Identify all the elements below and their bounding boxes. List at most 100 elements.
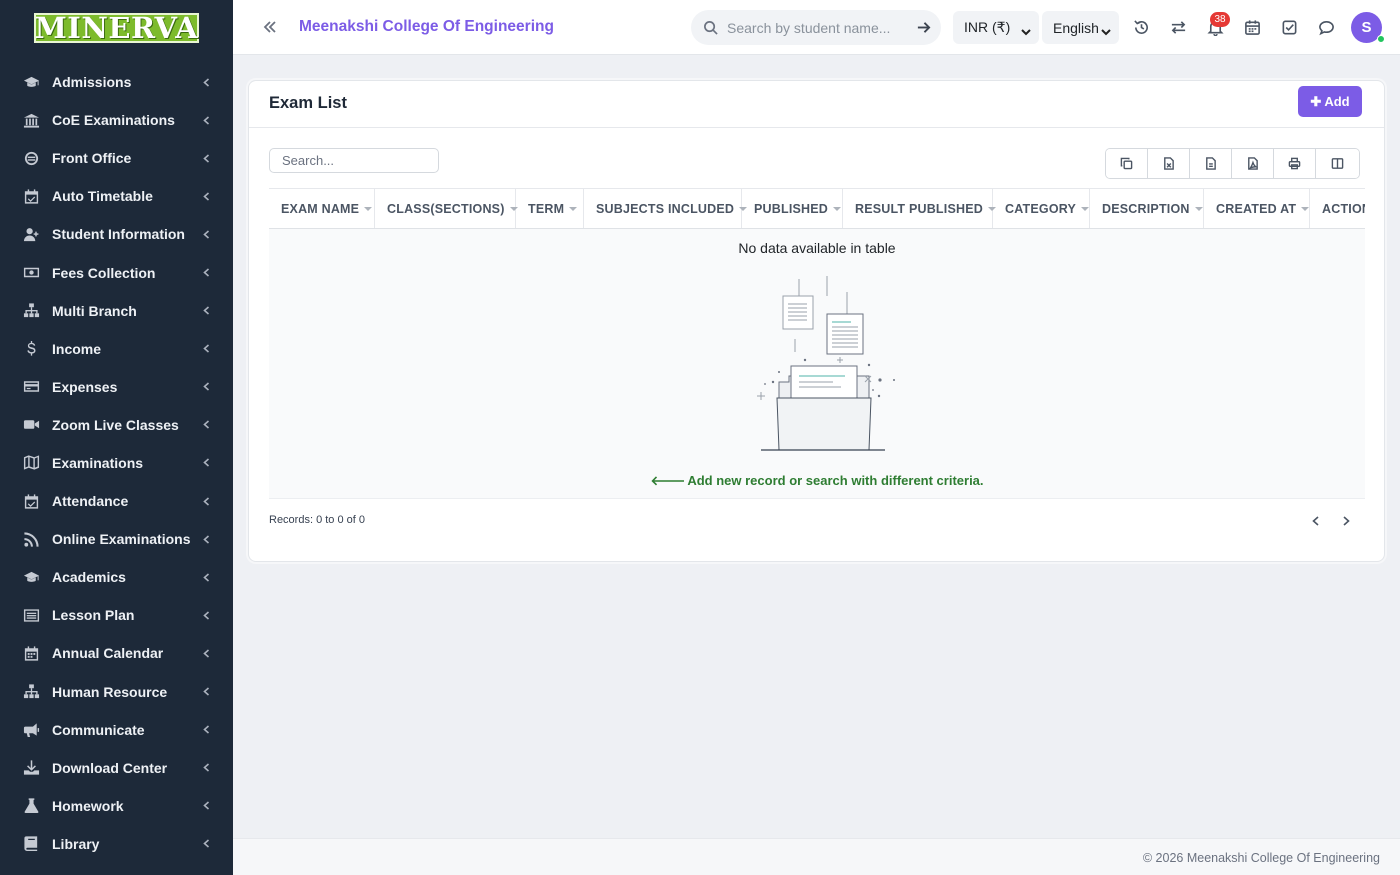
notification-badge: 38	[1210, 12, 1230, 27]
college-title[interactable]: Meenakshi College Of Engineering	[299, 18, 554, 36]
print-icon[interactable]	[1274, 149, 1316, 178]
plus-icon: ✚	[1310, 93, 1322, 109]
rss-icon	[22, 530, 40, 548]
add-button[interactable]: ✚ Add	[1298, 86, 1362, 117]
flask-icon	[22, 797, 40, 815]
chevron-left-icon	[201, 534, 211, 544]
previous-page-icon[interactable]	[1310, 514, 1321, 528]
logo-area: MINERVA	[0, 0, 233, 56]
column-header[interactable]: ACTION	[1310, 189, 1365, 228]
excel-icon[interactable]	[1148, 149, 1190, 178]
logo[interactable]: MINERVA	[34, 13, 199, 43]
column-header[interactable]: TERM	[516, 189, 584, 228]
empty-table-message: No data available in table	[738, 240, 896, 256]
column-header-label: PUBLISHED	[754, 202, 829, 216]
footer: © 2026 Meenakshi College Of Engineering	[233, 838, 1400, 875]
chevron-left-icon	[201, 687, 211, 697]
arrow-right-icon[interactable]	[916, 20, 931, 35]
language-select[interactable]: English	[1042, 11, 1119, 44]
dollar-icon	[22, 340, 40, 358]
column-header[interactable]: CREATED AT	[1204, 189, 1310, 228]
sidebar-item-admissions[interactable]: Admissions	[0, 63, 233, 101]
chat-icon[interactable]	[1317, 18, 1335, 36]
sidebar-item-label: Expenses	[52, 378, 118, 395]
sidebar-item-zoom-live-classes[interactable]: Zoom Live Classes	[0, 406, 233, 444]
sidebar-item-coe-examinations[interactable]: CoE Examinations	[0, 101, 233, 139]
student-search	[691, 10, 941, 45]
sort-icon	[364, 207, 373, 211]
sidebar-item-auto-timetable[interactable]: Auto Timetable	[0, 177, 233, 215]
columns-icon[interactable]	[1316, 149, 1359, 178]
column-header[interactable]: CATEGORY	[993, 189, 1090, 228]
sidebar-item-expenses[interactable]: Expenses	[0, 368, 233, 406]
user-plus-icon	[22, 225, 40, 243]
sidebar-item-income[interactable]: Income	[0, 330, 233, 368]
records-count: Records: 0 to 0 of 0	[269, 514, 365, 526]
collapse-sidebar-icon[interactable]	[261, 18, 279, 36]
sidebar-item-annual-calendar[interactable]: Annual Calendar	[0, 634, 233, 672]
sidebar-item-academics[interactable]: Academics	[0, 558, 233, 596]
chevron-left-icon	[201, 763, 211, 773]
bank-icon	[22, 111, 40, 129]
graduation-cap-icon	[22, 568, 40, 586]
sidebar-item-homework[interactable]: Homework	[0, 787, 233, 825]
sidebar-item-online-examinations[interactable]: Online Examinations	[0, 520, 233, 558]
video-camera-icon	[22, 416, 40, 434]
pdf-icon[interactable]	[1232, 149, 1274, 178]
student-search-input[interactable]	[727, 18, 902, 38]
chevron-left-icon	[201, 610, 211, 620]
sidebar-item-library[interactable]: Library	[0, 825, 233, 863]
column-header[interactable]: EXAM NAME	[269, 189, 375, 228]
sidebar-item-label: Academics	[52, 569, 126, 586]
calendar-icon	[22, 644, 40, 662]
column-header[interactable]: CLASS(SECTIONS)	[375, 189, 518, 228]
column-header-label: CREATED AT	[1216, 202, 1297, 216]
calendar-icon[interactable]	[1243, 18, 1261, 36]
chevron-left-icon	[201, 115, 211, 125]
sidebar-item-multi-branch[interactable]: Multi Branch	[0, 292, 233, 330]
column-header[interactable]: DESCRIPTION	[1090, 189, 1204, 228]
footer-copyright: © 2026 Meenakshi College Of Engineering	[1142, 851, 1380, 865]
column-header[interactable]: SUBJECTS INCLUDED	[584, 189, 748, 228]
sort-icon	[833, 207, 842, 211]
sidebar-item-label: Attendance	[52, 493, 129, 510]
chevron-left-icon	[201, 191, 211, 201]
sidebar-item-label: Download Center	[52, 759, 168, 776]
sidebar-item-label: Front Office	[52, 150, 132, 167]
sidebar-item-fees-collection[interactable]: Fees Collection	[0, 253, 233, 291]
table-body: No data available in table 🡐 Add new rec…	[269, 229, 1365, 499]
chevron-down-icon	[1101, 23, 1111, 36]
sidebar-item-student-information[interactable]: Student Information	[0, 215, 233, 253]
column-header[interactable]: RESULT PUBLISHED	[843, 189, 996, 228]
sidebar-nav: Admissions CoE Examinations Front Office Au…	[0, 56, 233, 863]
history-icon[interactable]	[1132, 18, 1150, 36]
chevron-left-icon	[201, 496, 211, 506]
chevron-left-icon	[201, 839, 211, 849]
sort-icon	[569, 207, 578, 211]
table-search-input[interactable]	[269, 148, 439, 173]
csv-icon[interactable]	[1190, 149, 1232, 178]
task-check-icon[interactable]	[1280, 18, 1298, 36]
column-header-label: CLASS(SECTIONS)	[387, 202, 505, 216]
chevron-left-icon	[201, 268, 211, 278]
switch-arrows-icon[interactable]	[1169, 18, 1187, 36]
sidebar-item-front-office[interactable]: Front Office	[0, 139, 233, 177]
exam-list-card: Exam List ✚ Add EXAM NAME CLASS(SECTIONS)…	[248, 80, 1385, 562]
sidebar-item-communicate[interactable]: Communicate	[0, 711, 233, 749]
sidebar-item-label: Student Information	[52, 226, 185, 243]
copy-icon[interactable]	[1106, 149, 1148, 178]
chevron-down-icon	[1021, 23, 1031, 36]
sidebar-item-human-resource[interactable]: Human Resource	[0, 673, 233, 711]
currency-select[interactable]: INR (₹)	[953, 11, 1039, 44]
sidebar-item-label: Fees Collection	[52, 264, 156, 281]
logo-text: MINERVA	[34, 10, 199, 45]
sidebar-item-download-center[interactable]: Download Center	[0, 749, 233, 787]
sidebar-item-label: Human Resource	[52, 683, 168, 700]
sidebar-item-examinations[interactable]: Examinations	[0, 444, 233, 482]
column-header[interactable]: PUBLISHED	[742, 189, 843, 228]
sidebar-item-attendance[interactable]: Attendance	[0, 482, 233, 520]
chevron-left-icon	[201, 77, 211, 87]
sidebar-item-lesson-plan[interactable]: Lesson Plan	[0, 596, 233, 634]
column-header-label: DESCRIPTION	[1102, 202, 1190, 216]
next-page-icon[interactable]	[1341, 514, 1352, 528]
